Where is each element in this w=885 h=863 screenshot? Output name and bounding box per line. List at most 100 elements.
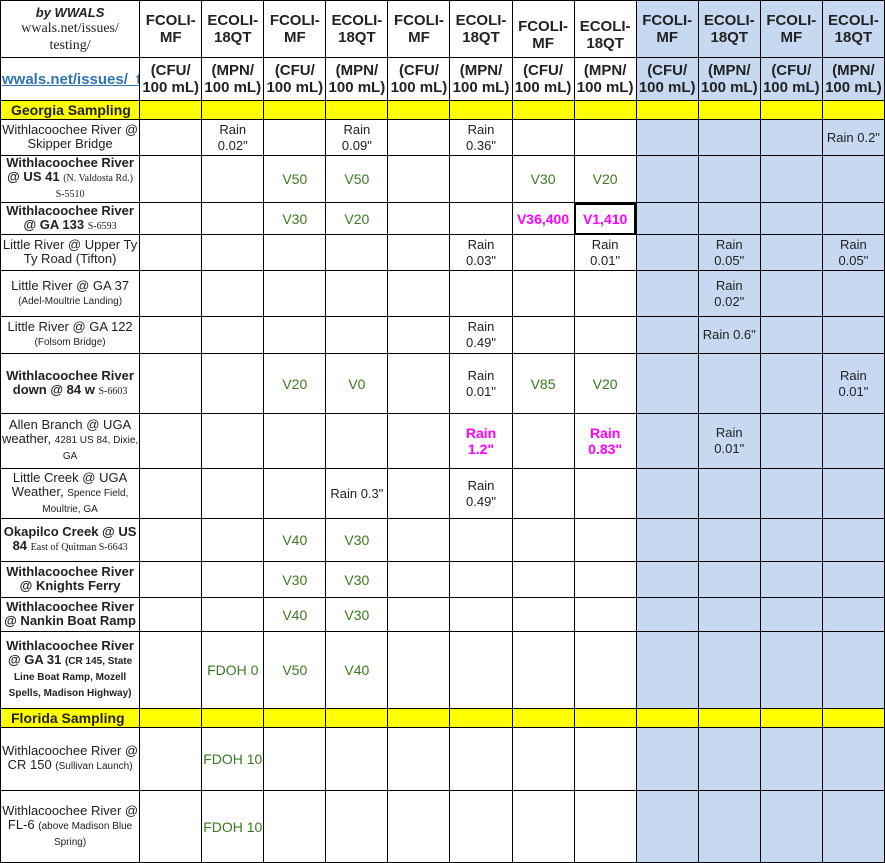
value-cell[interactable] [387,597,451,632]
value-cell[interactable]: V30 [325,518,389,562]
column-header[interactable]: ECOLI-18QT [697,0,761,58]
value-cell[interactable] [759,202,823,235]
value-cell[interactable] [201,202,265,235]
value-cell[interactable] [821,202,885,235]
value-cell[interactable] [263,316,327,354]
value-cell[interactable] [635,155,699,203]
value-cell[interactable] [139,468,203,519]
value-cell[interactable] [511,727,575,791]
value-cell[interactable] [635,790,699,863]
value-cell[interactable] [387,790,451,863]
value-cell[interactable] [449,202,513,235]
value-cell[interactable] [697,597,761,632]
value-cell[interactable] [573,597,637,632]
value-cell[interactable] [821,468,885,519]
value-cell[interactable] [511,270,575,317]
value-cell[interactable] [697,155,761,203]
value-cell[interactable]: V30 [263,561,327,598]
value-cell[interactable] [449,631,513,709]
value-cell[interactable]: Rain 0.01" [821,353,885,414]
value-cell[interactable] [449,727,513,791]
value-cell[interactable] [449,270,513,317]
value-cell[interactable] [325,727,389,791]
value-cell[interactable]: Rain 0.09" [325,119,389,156]
value-cell[interactable]: FDOH 10 [201,790,265,863]
value-cell[interactable] [139,413,203,469]
value-cell[interactable] [387,270,451,317]
column-header[interactable]: ECOLI-18QT [201,0,265,58]
site-name-cell[interactable]: Withlacoochee River @ US 41 (N. Valdosta… [0,155,141,203]
value-cell[interactable] [263,413,327,469]
value-cell[interactable] [759,119,823,156]
value-cell[interactable] [821,316,885,354]
value-cell[interactable] [201,234,265,271]
value-cell[interactable] [697,202,761,235]
value-cell[interactable]: Rain 0.01" [573,234,637,271]
value-cell[interactable]: V40 [263,518,327,562]
value-cell[interactable] [697,518,761,562]
value-cell[interactable] [201,316,265,354]
value-cell[interactable]: Rain 0.36" [449,119,513,156]
value-cell[interactable] [387,468,451,519]
value-cell[interactable]: V20 [573,155,637,203]
value-cell[interactable] [201,155,265,203]
value-cell[interactable] [387,561,451,598]
value-cell[interactable] [139,270,203,317]
value-cell[interactable] [263,727,327,791]
column-header[interactable]: FCOLI-MF [511,0,575,58]
value-cell[interactable]: V30 [511,155,575,203]
value-cell[interactable] [511,790,575,863]
value-cell[interactable] [139,790,203,863]
value-cell[interactable]: Rain 0.05" [821,234,885,271]
value-cell[interactable] [511,631,575,709]
value-cell[interactable]: Rain 0.49" [449,468,513,519]
value-cell[interactable]: V30 [263,202,327,235]
value-cell[interactable] [635,413,699,469]
value-cell[interactable]: V50 [263,631,327,709]
value-cell[interactable] [759,270,823,317]
value-cell[interactable] [263,119,327,156]
value-cell[interactable]: Rain 1.2" [449,413,513,469]
value-cell[interactable] [387,155,451,203]
value-cell[interactable] [821,597,885,632]
value-cell[interactable] [201,270,265,317]
value-cell[interactable] [697,119,761,156]
value-cell[interactable]: Rain 0.05" [697,234,761,271]
value-cell[interactable]: Rain 0.6" [697,316,761,354]
value-cell[interactable] [263,790,327,863]
value-cell[interactable] [821,631,885,709]
column-header[interactable]: FCOLI-MF [263,0,327,58]
value-cell[interactable] [201,597,265,632]
value-cell[interactable] [139,518,203,562]
value-cell[interactable] [573,790,637,863]
value-cell[interactable] [821,270,885,317]
value-cell[interactable] [449,790,513,863]
value-cell[interactable] [821,413,885,469]
value-cell[interactable] [697,631,761,709]
column-header[interactable]: FCOLI-MF [759,0,823,58]
site-name-cell[interactable]: Little River @ GA 37 (Adel-Moultrie Land… [0,270,141,317]
value-cell[interactable] [511,234,575,271]
value-cell[interactable] [759,468,823,519]
value-cell[interactable] [201,561,265,598]
value-cell[interactable] [139,353,203,414]
value-cell[interactable] [635,518,699,562]
value-cell[interactable] [759,561,823,598]
value-cell[interactable] [759,413,823,469]
value-cell[interactable] [263,468,327,519]
value-cell[interactable] [387,202,451,235]
value-cell[interactable] [635,202,699,235]
value-cell[interactable] [139,597,203,632]
value-cell[interactable] [759,155,823,203]
value-cell[interactable]: V30 [325,597,389,632]
value-cell[interactable] [511,597,575,632]
value-cell[interactable] [573,468,637,519]
site-name-cell[interactable]: Okapilco Creek @ US 84 East of Quitman S… [0,518,141,562]
value-cell[interactable] [759,316,823,354]
value-cell[interactable] [821,561,885,598]
testing-link[interactable]: wwals.net/issues/_testin [0,57,141,101]
value-cell[interactable]: V20 [325,202,389,235]
value-cell[interactable] [325,790,389,863]
value-cell[interactable] [821,727,885,791]
value-cell[interactable] [325,316,389,354]
